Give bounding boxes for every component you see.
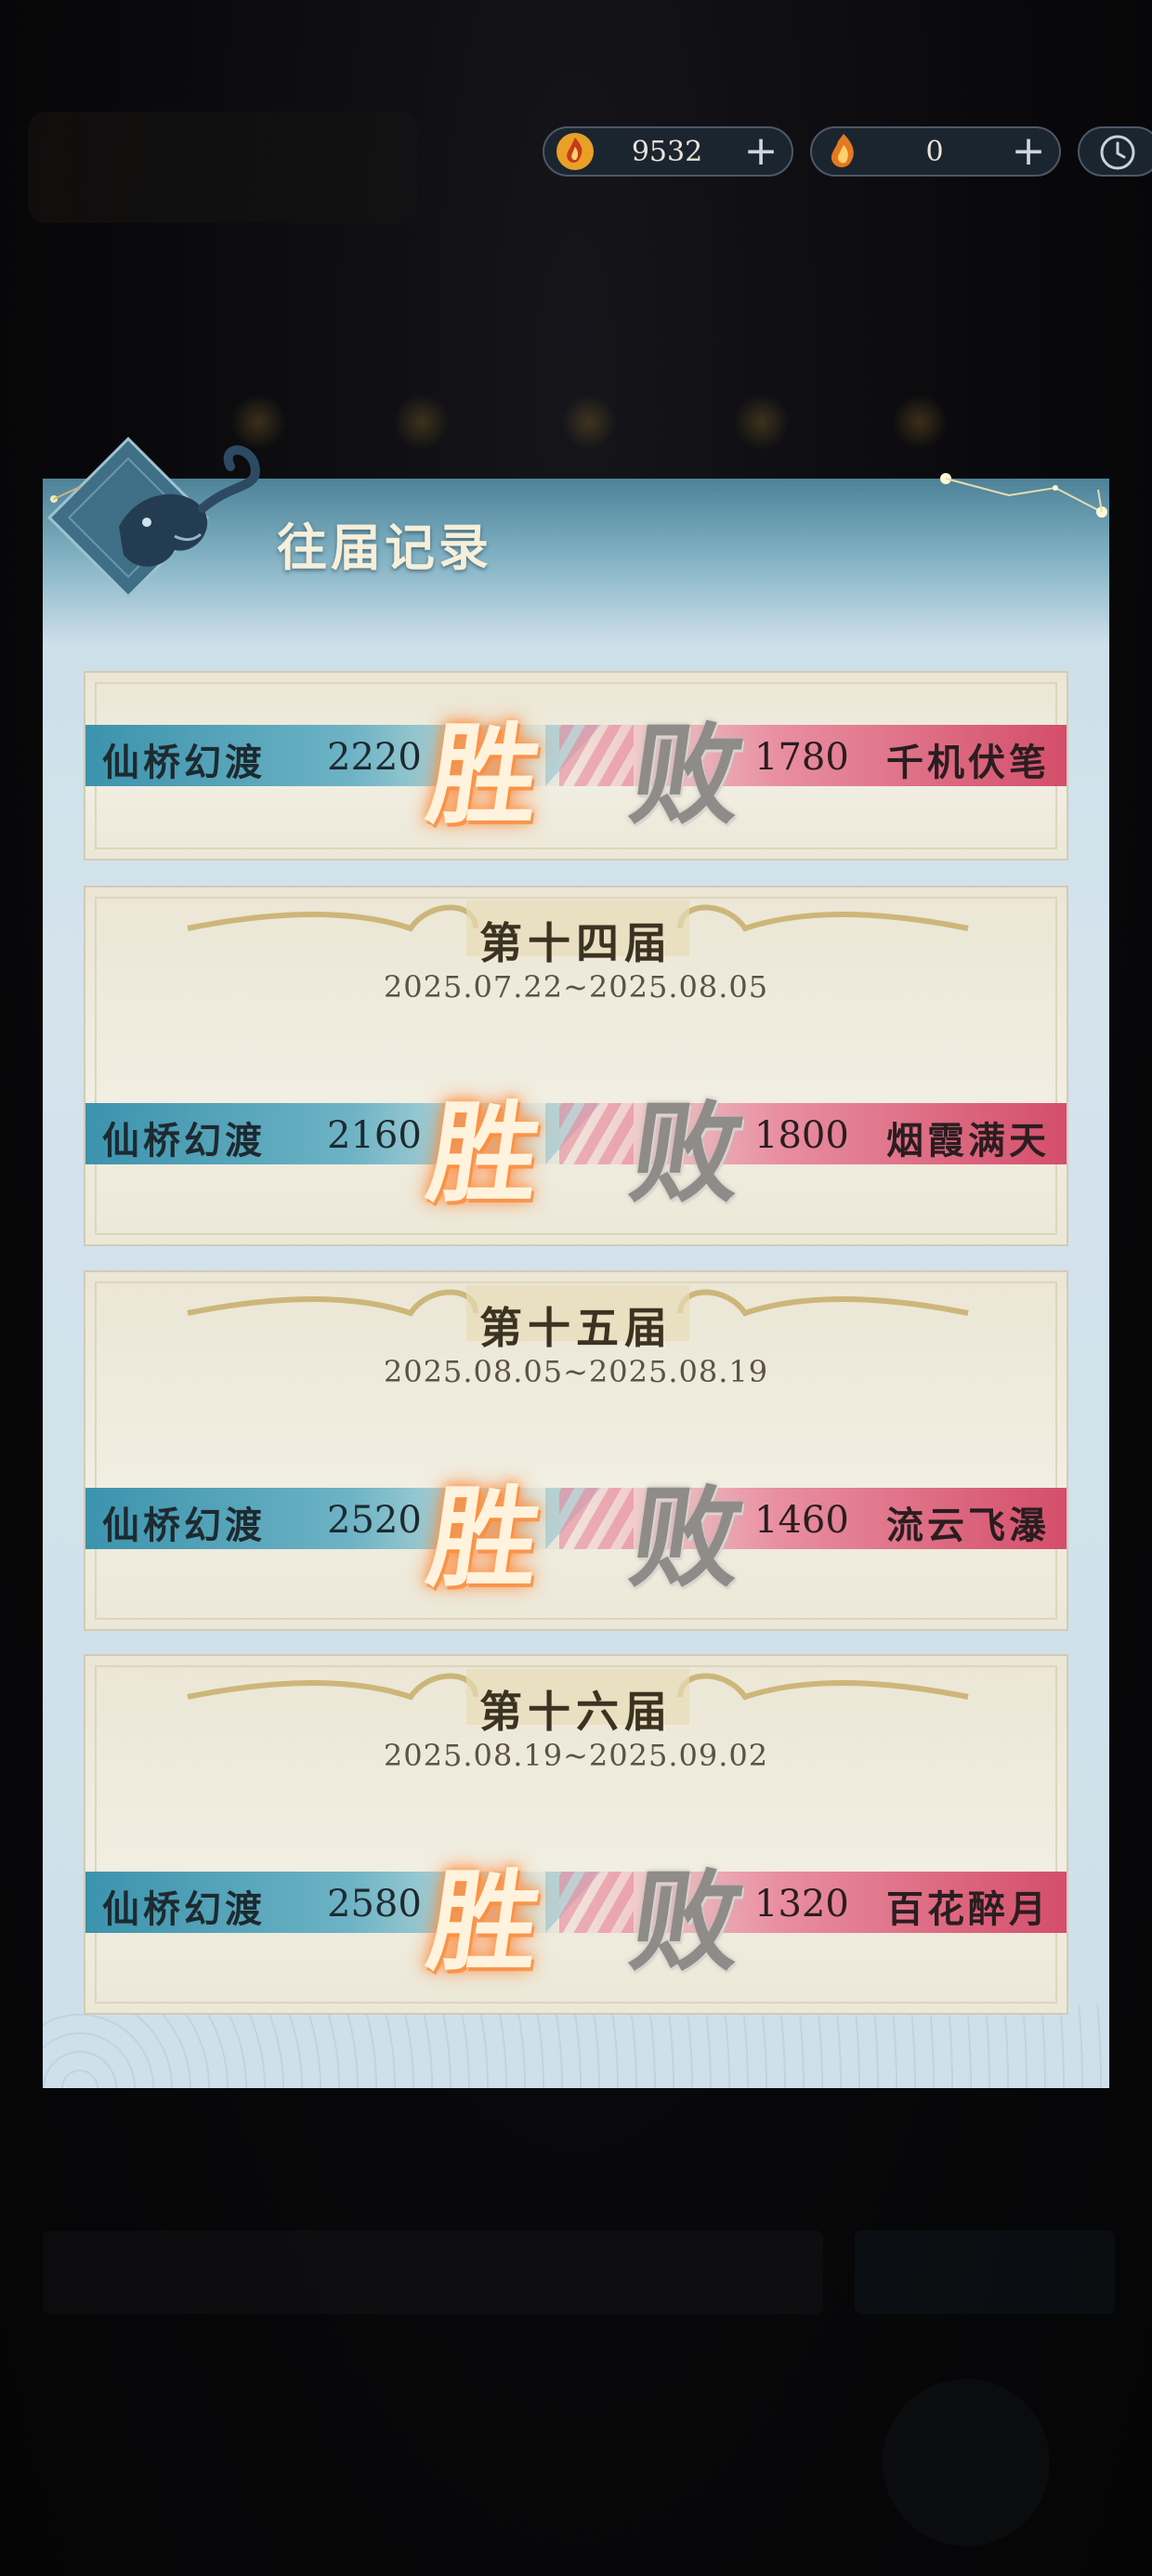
background-orb (892, 394, 948, 450)
background-input-bar (43, 2230, 823, 2314)
panel-title: 往届记录 (277, 518, 492, 577)
add-currency-button[interactable]: + (738, 131, 784, 172)
win-label: 胜 (420, 710, 549, 839)
panel-footer-pattern (43, 2004, 1109, 2088)
flame-coin-icon (554, 130, 596, 173)
season-date: 2025.07.22~2025.08.05 (383, 969, 769, 1005)
lose-label: 败 (622, 1088, 752, 1217)
season-title: 第十四届 (479, 918, 673, 968)
loser-team-name: 千机伏笔 (886, 741, 1050, 784)
record-card: 第十五届 2025.08.05~2025.08.19 仙桥幻渡 2520 胜 败… (84, 1270, 1068, 1631)
background-round-button (883, 2379, 1050, 2546)
flame-token-icon (821, 130, 864, 173)
record-card: 第十四届 2025.07.22~2025.08.05 仙桥幻渡 2160 胜 败… (84, 886, 1068, 1246)
season-title: 第十五届 (479, 1303, 673, 1353)
record-card: 第十六届 2025.08.19~2025.09.02 仙桥幻渡 2580 胜 败… (84, 1654, 1068, 2015)
winner-score: 2580 (327, 1883, 422, 1925)
winner-score: 2160 (327, 1114, 422, 1157)
win-label: 胜 (420, 1857, 549, 1986)
clock-icon (1100, 135, 1135, 170)
record-result-row: 仙桥幻渡 2520 胜 败 1460 流云飞瀑 (85, 1454, 1067, 1602)
currency-value: 0 (925, 135, 944, 168)
history-records-panel: 往届记录 仙桥幻渡 2220 胜 败 1780 千机伏笔 第十四届 2025.0… (43, 437, 1109, 2088)
record-result-row: 仙桥幻渡 2220 胜 败 1780 千机伏笔 (85, 691, 1067, 839)
win-label: 胜 (420, 1088, 549, 1217)
background-orb (394, 394, 450, 450)
season-date: 2025.08.19~2025.09.02 (383, 1738, 769, 1773)
currency-counter-2: 0 + (810, 126, 1061, 177)
winner-team-name: 仙桥幻渡 (102, 1504, 266, 1547)
win-label: 胜 (420, 1473, 549, 1602)
season-title: 第十六届 (479, 1687, 673, 1737)
background-orb (561, 394, 617, 450)
loser-team-name: 烟霞满天 (886, 1119, 1050, 1163)
winner-score: 2520 (327, 1499, 422, 1542)
lose-label: 败 (622, 710, 752, 839)
loser-score: 1320 (754, 1883, 849, 1925)
winner-score: 2220 (327, 736, 422, 779)
loser-score: 1800 (754, 1114, 849, 1157)
season-date: 2025.08.05~2025.08.19 (383, 1354, 769, 1389)
background-orb (734, 394, 790, 450)
winner-team-name: 仙桥幻渡 (102, 741, 266, 784)
background-button (855, 2230, 1115, 2314)
record-result-row: 仙桥幻渡 2580 胜 败 1320 百花醉月 (85, 1838, 1067, 1986)
loser-score: 1460 (754, 1499, 849, 1542)
loser-team-name: 百花醉月 (886, 1887, 1050, 1931)
background-logo (28, 112, 418, 223)
lose-label: 败 (622, 1473, 752, 1602)
loser-score: 1780 (754, 736, 849, 779)
record-card: 仙桥幻渡 2220 胜 败 1780 千机伏笔 (84, 671, 1068, 861)
constellation-decoration (940, 473, 1107, 518)
currency-counter-1: 9532 + (543, 126, 793, 177)
record-result-row: 仙桥幻渡 2160 胜 败 1800 烟霞满天 (85, 1070, 1067, 1217)
currency-value: 9532 (631, 135, 703, 168)
winner-team-name: 仙桥幻渡 (102, 1119, 266, 1163)
winner-team-name: 仙桥幻渡 (102, 1887, 266, 1931)
lose-label: 败 (622, 1857, 752, 1986)
loser-team-name: 流云飞瀑 (886, 1504, 1050, 1547)
fox-emblem-icon (47, 437, 260, 598)
add-currency-button[interactable]: + (1005, 131, 1052, 172)
clock-button[interactable] (1078, 126, 1152, 177)
